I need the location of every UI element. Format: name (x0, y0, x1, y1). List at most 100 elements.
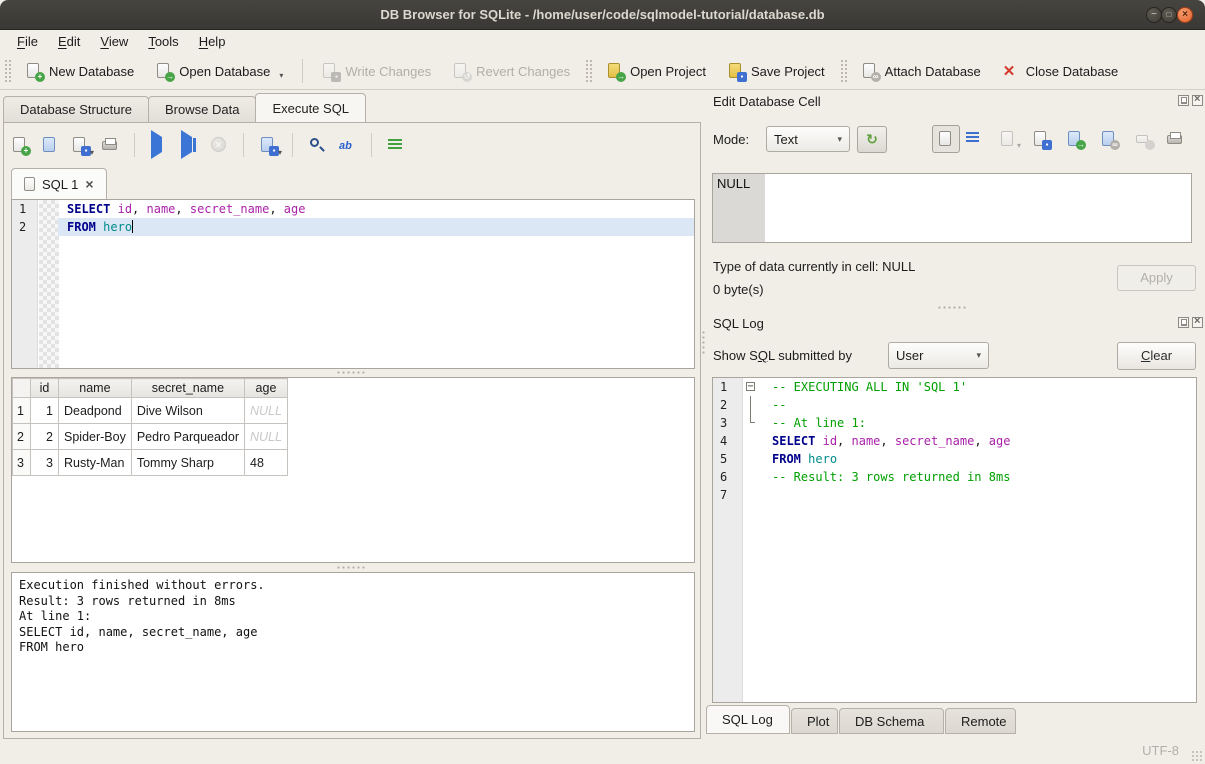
word-wrap-button[interactable] (966, 130, 984, 148)
sql-log-view[interactable]: 1−-- EXECUTING ALL IN 'SQL 1'2--3-- At l… (712, 377, 1197, 703)
close-panel-icon[interactable] (1192, 317, 1203, 328)
new-sql-tab-icon[interactable]: + (12, 137, 28, 154)
cell-editor[interactable]: NULL (712, 173, 1192, 243)
editor-line[interactable]: 2FROM hero (12, 218, 694, 236)
dock-tab-plot[interactable]: Plot (791, 708, 838, 734)
splitter-handle[interactable] (336, 370, 366, 375)
table-cell[interactable]: Spider-Boy (59, 424, 132, 450)
splitter-handle[interactable] (937, 305, 967, 310)
toolbar-drag-handle[interactable] (840, 59, 847, 83)
mode-combobox[interactable]: Text ▾ (766, 126, 850, 152)
dock-tab-db-schema[interactable]: DB Schema (839, 708, 944, 734)
apply-settings-button[interactable]: ↻ (857, 126, 887, 153)
maximize-button[interactable]: □ (1161, 7, 1177, 23)
close-button[interactable]: × (1177, 7, 1193, 23)
new-database-button[interactable]: + New Database (15, 58, 145, 85)
toolbar-drag-handle[interactable] (4, 59, 11, 83)
menu-tools[interactable]: Tools (139, 32, 187, 51)
chevron-down-icon: ▾ (837, 134, 842, 145)
menu-help[interactable]: Help (190, 32, 235, 51)
open-database-dropdown-icon[interactable]: ▾ (279, 71, 283, 80)
open-project-icon: → (607, 63, 623, 80)
open-sql-file-icon[interactable] (42, 137, 58, 154)
format-sql-icon[interactable] (388, 137, 404, 154)
print-icon[interactable] (102, 137, 118, 154)
menu-file[interactable]: File (8, 32, 47, 51)
table-cell[interactable]: NULL (245, 398, 288, 424)
main-tab-bar: Database Structure Browse Data Execute S… (3, 96, 365, 122)
execute-all-icon[interactable] (151, 137, 167, 154)
table-row[interactable]: 11DeadpondDive WilsonNULL (13, 398, 288, 424)
table-cell[interactable]: Tommy Sharp (131, 450, 244, 476)
window-title: DB Browser for SQLite - /home/user/code/… (0, 7, 1205, 22)
titlebar: DB Browser for SQLite - /home/user/code/… (0, 0, 1205, 30)
save-results-icon[interactable]: ▪▾ (260, 137, 276, 154)
main-splitter-handle[interactable] (701, 330, 706, 356)
sql-editor[interactable]: 1SELECT id, name, secret_name, age2FROM … (11, 199, 695, 369)
float-panel-icon[interactable] (1178, 95, 1189, 106)
autocomplete-icon[interactable]: ab (339, 137, 355, 154)
dock-tab-remote[interactable]: Remote (945, 708, 1016, 734)
table-cell[interactable]: 48 (245, 450, 288, 476)
table-cell[interactable]: Deadpond (59, 398, 132, 424)
attach-database-button[interactable]: ∞ Attach Database (851, 58, 992, 85)
table-row[interactable]: 33Rusty-ManTommy Sharp48 (13, 450, 288, 476)
table-cell[interactable]: 1 (31, 398, 59, 424)
table-cell[interactable]: 3 (31, 450, 59, 476)
tab-browse-data[interactable]: Browse Data (148, 96, 256, 122)
execute-sql-panel: + ▪▾ ✕ ▪▾ ab SQL 1 × 1SELECT id, name, s… (3, 122, 701, 739)
text-view-icon (938, 131, 954, 148)
text-view-toggle[interactable] (932, 125, 960, 153)
chevron-down-icon: ▾ (976, 350, 981, 361)
toolbar-drag-handle[interactable] (585, 59, 592, 83)
export-cell-data-button[interactable]: → (1066, 130, 1084, 148)
column-header-name[interactable]: name (59, 379, 132, 398)
close-database-button[interactable]: ✕ Close Database (992, 58, 1130, 85)
import-cell-data-button[interactable]: ▪ (1032, 130, 1050, 148)
open-database-icon: → (156, 63, 172, 80)
execution-message-panel: Execution finished without errors. Resul… (11, 572, 695, 732)
column-header-secret_name[interactable]: secret_name (131, 379, 244, 398)
open-database-button[interactable]: → Open Database ▾ (145, 58, 294, 85)
minimize-button[interactable]: − (1146, 7, 1162, 23)
float-panel-icon[interactable] (1178, 317, 1189, 328)
tab-execute-sql[interactable]: Execute SQL (255, 93, 366, 122)
save-sql-file-icon[interactable]: ▪▾ (72, 137, 88, 154)
table-cell[interactable]: Pedro Parqueador (131, 424, 244, 450)
menu-edit[interactable]: Edit (49, 32, 89, 51)
open-project-button[interactable]: → Open Project (596, 58, 717, 85)
clear-log-button[interactable]: Clear (1117, 342, 1196, 370)
resize-grip[interactable] (1191, 750, 1203, 762)
sql-tab[interactable]: SQL 1 × (11, 168, 107, 199)
save-project-button[interactable]: ▪ Save Project (717, 58, 836, 85)
dock-tab-sql-log[interactable]: SQL Log (706, 705, 790, 734)
results-grid[interactable]: idnamesecret_nameage11DeadpondDive Wilso… (11, 377, 695, 563)
menu-view[interactable]: View (91, 32, 137, 51)
cell-size-info: 0 byte(s) (713, 282, 764, 297)
sql-log-filter-label: Show SQL submitted by (713, 348, 852, 363)
log-line: 4SELECT id, name, secret_name, age (713, 432, 1196, 450)
fold-collapse-icon[interactable]: − (746, 382, 755, 391)
row-number-header (13, 379, 31, 398)
column-header-id[interactable]: id (31, 379, 59, 398)
edit-cell-title: Edit Database Cell (713, 94, 821, 109)
copy-link-button[interactable]: ∞ (1100, 130, 1118, 148)
tab-database-structure[interactable]: Database Structure (3, 96, 149, 122)
table-cell[interactable]: Rusty-Man (59, 450, 132, 476)
edit-cell-dock-controls (1178, 95, 1203, 106)
splitter-handle[interactable] (336, 565, 366, 570)
log-line: 3-- At line 1: (713, 414, 1196, 432)
sql-log-dock-controls (1178, 317, 1203, 328)
print-cell-button[interactable] (1166, 130, 1184, 148)
sql-log-filter-combobox[interactable]: User ▾ (888, 342, 989, 369)
close-panel-icon[interactable] (1192, 95, 1203, 106)
execute-current-line-icon[interactable] (181, 137, 197, 154)
column-header-age[interactable]: age (245, 379, 288, 398)
table-cell[interactable]: Dive Wilson (131, 398, 244, 424)
editor-line[interactable]: 1SELECT id, name, secret_name, age (12, 200, 694, 218)
table-cell[interactable]: NULL (245, 424, 288, 450)
find-replace-icon[interactable] (309, 137, 325, 154)
table-cell[interactable]: 2 (31, 424, 59, 450)
sql-tab-close-icon[interactable]: × (85, 176, 93, 192)
table-row[interactable]: 22Spider-BoyPedro ParqueadorNULL (13, 424, 288, 450)
